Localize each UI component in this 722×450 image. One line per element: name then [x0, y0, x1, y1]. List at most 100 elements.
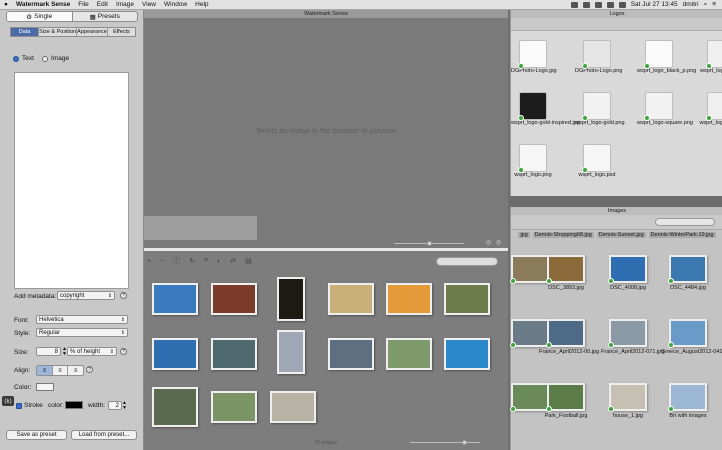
stroke-width-input[interactable]: 2: [108, 401, 122, 410]
finder-image-item[interactable]: Park_Football.jpg: [539, 383, 593, 419]
load-preset-button[interactable]: Load from preset...: [71, 430, 137, 440]
metadata-select[interactable]: copyright ⇕: [57, 291, 115, 300]
finder-image-item[interactable]: France_April2012-071.jpg: [601, 319, 664, 355]
finder-image-item[interactable]: DSC_4484.jpg: [661, 255, 715, 291]
battery-icon[interactable]: [618, 1, 626, 8]
tab-effects[interactable]: Effects: [108, 28, 135, 36]
photo-thumbnail[interactable]: [444, 338, 490, 370]
photo-thumbnail[interactable]: [152, 283, 198, 315]
wifi-icon[interactable]: [594, 1, 602, 8]
search-icon[interactable]: ⌕: [704, 1, 708, 9]
finder-file-item[interactable]: wsprt_logo_black_p.png: [637, 40, 696, 74]
photo-thumbnail[interactable]: [211, 283, 257, 315]
photo-thumbnail[interactable]: [386, 338, 432, 370]
minus-icon[interactable]: −: [160, 258, 164, 265]
finder-file-name[interactable]: jpg: [518, 232, 530, 238]
thumb-size-slider[interactable]: [410, 442, 480, 443]
stroke-checkbox[interactable]: [16, 403, 22, 409]
finder-file-item[interactable]: wsprt_logo-gold-inspired.jpg: [511, 92, 580, 126]
adjust-icon[interactable]: ◐: [217, 258, 221, 265]
list-icon[interactable]: ≡: [712, 1, 716, 8]
font-select[interactable]: Helvetica ⇕: [36, 315, 128, 324]
text-color-well[interactable]: [36, 383, 54, 391]
help-icon[interactable]: ?: [120, 292, 127, 299]
finder-search-input[interactable]: [655, 218, 715, 226]
finder-file-item[interactable]: wsprt_logo_f.png: [699, 40, 722, 74]
size-unit-select[interactable]: % of height ⇕: [67, 347, 117, 356]
tab-single[interactable]: ⚙ Single: [7, 12, 72, 21]
finder-image-item[interactable]: DSC_3893.jpg: [539, 255, 593, 291]
photo-thumbnail[interactable]: [270, 391, 316, 423]
size-input[interactable]: 8: [36, 347, 61, 356]
help-icon[interactable]: ?: [86, 366, 93, 373]
photo-thumbnail[interactable]: [328, 283, 374, 315]
finder-image-item[interactable]: France_April2012-00.jpg: [539, 319, 599, 355]
menu-help[interactable]: Help: [191, 1, 212, 8]
layers-icon[interactable]: ▤: [245, 257, 252, 265]
menu-file[interactable]: File: [74, 1, 92, 8]
finder-image-item[interactable]: Bri with images: [661, 383, 715, 419]
align-center-icon[interactable]: ≡: [51, 366, 68, 375]
finder-file-item[interactable]: DGPhoto-Logo.jpg: [511, 40, 557, 74]
photo-thumbnail[interactable]: [277, 277, 305, 321]
finder-file-item[interactable]: wsprt_logo_s.png: [699, 92, 722, 126]
tab-size-position[interactable]: Size & Position: [39, 28, 78, 36]
tab-appearance[interactable]: Appearance: [77, 28, 108, 36]
finder-file-item[interactable]: wsprt_logo-gold.png: [575, 92, 625, 126]
style-select[interactable]: Regular ⇕: [36, 328, 128, 337]
zoom-fit-icon[interactable]: ◎: [486, 239, 491, 246]
rotate-icon[interactable]: ↻: [189, 257, 195, 265]
finder-file-item[interactable]: DGPhoto-Logo.png: [575, 40, 622, 74]
finder-image-item[interactable]: house_1.jpg: [601, 383, 655, 419]
finder-file-item[interactable]: wsprt_logo.psd: [575, 144, 619, 178]
photo-thumbnail[interactable]: [328, 338, 374, 370]
menu-window[interactable]: Window: [160, 1, 191, 8]
source-text-option[interactable]: Text: [13, 55, 34, 62]
apple-icon[interactable]: ●: [0, 1, 12, 8]
photo-thumbnail[interactable]: [444, 283, 490, 315]
bluetooth-icon[interactable]: [582, 1, 590, 8]
photo-thumbnail[interactable]: [152, 387, 198, 427]
menu-clock[interactable]: Sat Jul 27 13:45: [631, 1, 678, 8]
plus-icon[interactable]: +: [147, 258, 151, 265]
volume-icon[interactable]: [606, 1, 614, 8]
watermark-text-input[interactable]: [14, 72, 129, 289]
browser-search-input[interactable]: [436, 257, 498, 266]
info-icon[interactable]: ⓘ: [173, 256, 180, 266]
source-image-option[interactable]: Image: [42, 55, 69, 62]
stroke-width-stepper-icon[interactable]: ▲ ▼: [122, 401, 127, 411]
finder-file-name[interactable]: Dennis-Sunset.jpg: [596, 232, 646, 238]
finder-image-item[interactable]: Greece_August2012-041.jpg: [661, 319, 722, 355]
split-divider[interactable]: [144, 248, 508, 251]
align-right-icon[interactable]: ≡: [67, 366, 83, 375]
photo-thumbnail[interactable]: [386, 283, 432, 315]
menu-image[interactable]: Image: [112, 1, 138, 8]
stroke-color-well[interactable]: [65, 401, 83, 409]
menu-edit[interactable]: Edit: [93, 1, 112, 8]
finder-image-item[interactable]: DSC_4008.jpg: [601, 255, 655, 291]
menu-app-name[interactable]: Watermark Sense: [12, 1, 74, 8]
photo-thumbnail[interactable]: [211, 391, 257, 423]
flip-icon[interactable]: ⇄: [230, 257, 236, 265]
finder-file-name[interactable]: Dennis-WinterPark-19.jpg: [648, 232, 716, 238]
text-radio[interactable]: [13, 55, 19, 62]
tab-presets[interactable]: ▦ Presets: [73, 12, 138, 21]
align-left-icon[interactable]: ≡: [37, 366, 52, 375]
finder-file-name[interactable]: Dennis-Shopping68.jpg: [532, 232, 594, 238]
photo-thumbnail[interactable]: [277, 330, 305, 374]
zoom-slider-knob[interactable]: [427, 241, 432, 246]
photo-thumbnail[interactable]: [152, 338, 198, 370]
save-preset-button[interactable]: Save as preset: [6, 430, 67, 440]
crop-icon[interactable]: ⌗: [204, 257, 208, 265]
help-icon[interactable]: ?: [120, 348, 127, 355]
finder-file-item[interactable]: wsprt_logo-square.png: [637, 92, 693, 126]
status-icon[interactable]: [570, 1, 578, 8]
image-radio[interactable]: [42, 55, 48, 62]
tab-data[interactable]: Data: [11, 28, 40, 36]
photo-thumbnail[interactable]: [211, 338, 257, 370]
zoom-actual-icon[interactable]: ◎: [496, 239, 501, 246]
thumb-size-knob[interactable]: [462, 440, 467, 445]
menu-user[interactable]: dmitri: [683, 1, 699, 8]
finder-file-item[interactable]: wsprt_logo.png: [511, 144, 555, 178]
menu-view[interactable]: View: [138, 1, 160, 8]
